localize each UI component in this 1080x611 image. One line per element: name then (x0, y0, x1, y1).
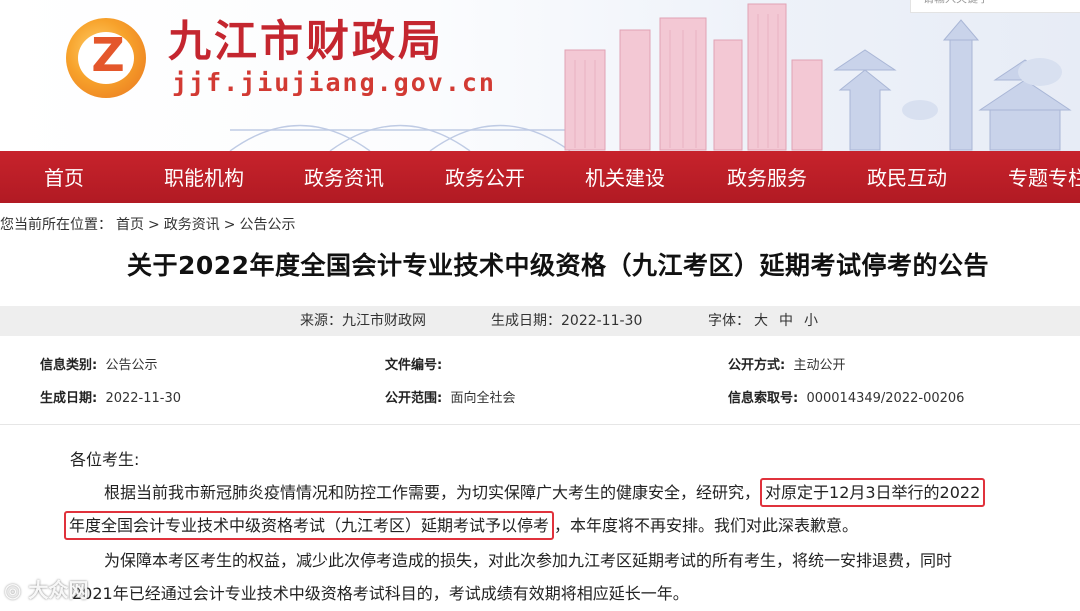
nav-item-special[interactable]: 专题专栏 (1008, 151, 1080, 203)
nav-item-home[interactable]: 首页 (44, 151, 84, 203)
info-scope-label: 公开范围: (385, 391, 443, 406)
info-category-label: 信息类别: (40, 358, 98, 373)
search-input[interactable]: 请输入关键字 (910, 0, 1080, 13)
breadcrumb-section[interactable]: 政务资讯 (164, 217, 220, 233)
info-gen-date-label: 生成日期: (40, 391, 98, 406)
breadcrumb: 您当前所在位置： 首页 > 政务资讯 > 公告公示 (0, 214, 299, 234)
main-nav: 首页 职能机构 政务资讯 政务公开 机关建设 政务服务 政民互动 专题专栏 (0, 151, 1080, 203)
body-paragraph-1-line-2: 年度全国会计专业技术中级资格考试（九江考区）延期考试予以停考 ，本年度将不再安排。… (64, 511, 859, 540)
site-domain: jjf.jiujiang.gov.cn (172, 68, 496, 97)
font-size-label: 字体： (708, 313, 750, 329)
body-p1-text-end: ，本年度将不再安排。我们对此深表歉意。 (554, 516, 859, 535)
highlighted-text-1: 对原定于12月3日举行的2022 (760, 478, 986, 507)
info-scope-value: 面向全社会 (450, 391, 516, 406)
body-p1-text: 根据当前我市新冠肺炎疫情情况和防控工作需要，为切实保障广大考生的健康安全，经研究… (104, 483, 761, 502)
info-method: 公开方式: 主动公开 (728, 354, 845, 373)
watermark-logo: ◎ 大众网 (4, 574, 88, 603)
font-size-large-button[interactable]: 大 (754, 306, 768, 336)
nav-item-organ[interactable]: 机关建设 (585, 151, 665, 203)
nav-item-services[interactable]: 政务服务 (727, 151, 807, 203)
site-title[interactable]: 九江市财政局 (168, 16, 444, 68)
info-index: 信息索取号: 000014349/2022-00206 (728, 387, 964, 406)
nav-item-interaction[interactable]: 政民互动 (867, 151, 947, 203)
nav-item-public[interactable]: 政务公开 (445, 151, 525, 203)
body-paragraph-2-line-2: 2021年已经通过会计专业技术中级资格考试科目的，考试成绩有效期将相应延长一年。 (72, 584, 689, 603)
info-index-value: 000014349/2022-00206 (806, 391, 965, 406)
breadcrumb-prefix: 您当前所在位置： (0, 217, 112, 233)
info-gen-date: 生成日期: 2022-11-30 (40, 387, 181, 406)
logo-z-mark-icon: Z (91, 28, 125, 82)
info-gen-date-value: 2022-11-30 (105, 391, 182, 406)
header-banner: Z 九江市财政局 jjf.jiujiang.gov.cn 请输入关键字 (0, 0, 1080, 151)
article-source: 来源：九江市财政网 (300, 313, 426, 329)
article-meta-bar: 来源：九江市财政网 生成日期：2022-11-30 字体： 大 中 小 (0, 306, 1080, 336)
info-scope: 公开范围: 面向全社会 (385, 387, 515, 406)
breadcrumb-home[interactable]: 首页 (116, 217, 144, 233)
font-size-medium-button[interactable]: 中 (779, 306, 793, 336)
body-paragraph-2-line-1: 为保障本考区考生的权益，减少此次停考造成的损失，对此次参加九江考区延期考试的所有… (104, 551, 953, 570)
watermark-icon: ◎ (4, 578, 22, 602)
body-greeting: 各位考生: (70, 450, 140, 469)
info-docno-label: 文件编号: (385, 358, 443, 373)
font-size-small-button[interactable]: 小 (804, 306, 818, 336)
info-method-value: 主动公开 (793, 358, 846, 373)
info-index-label: 信息索取号: (728, 391, 799, 406)
highlighted-text-2: 年度全国会计专业技术中级资格考试（九江考区）延期考试予以停考 (64, 511, 555, 540)
info-category: 信息类别: 公告公示 (40, 354, 157, 373)
nav-item-news[interactable]: 政务资讯 (304, 151, 384, 203)
watermark-text: 大众网 (28, 578, 89, 602)
info-docno: 文件编号: (385, 354, 450, 373)
body-paragraph-1-line-1: 根据当前我市新冠肺炎疫情情况和防控工作需要，为切实保障广大考生的健康安全，经研究… (104, 478, 986, 507)
breadcrumb-current[interactable]: 公告公示 (239, 217, 295, 233)
info-method-label: 公开方式: (728, 358, 786, 373)
breadcrumb-separator: > (148, 217, 160, 233)
info-divider (0, 424, 1080, 425)
info-table (0, 340, 1080, 424)
breadcrumb-separator: > (223, 217, 236, 233)
info-category-value: 公告公示 (105, 358, 158, 373)
article-title: 关于2022年度全国会计专业技术中级资格（九江考区）延期考试停考的公告 (126, 251, 990, 280)
article-date: 生成日期：2022-11-30 (491, 313, 643, 329)
nav-item-functions[interactable]: 职能机构 (164, 151, 244, 203)
